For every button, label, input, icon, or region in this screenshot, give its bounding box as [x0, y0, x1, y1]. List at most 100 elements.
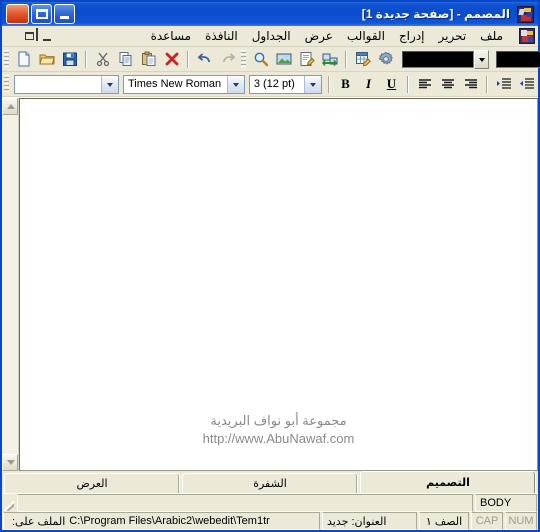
watermark-arabic-text: مجموعة أبو نواف البريدية — [210, 413, 347, 428]
mdi-close-button[interactable] — [5, 28, 21, 44]
menu-insert[interactable]: إدراج — [392, 27, 432, 45]
maximize-button[interactable] — [31, 4, 52, 24]
view-tabs: التصميم الشفرة العرض — [2, 471, 538, 493]
menu-view[interactable]: عرض — [298, 27, 340, 45]
magnifier-icon — [254, 52, 268, 67]
indent-increase-button[interactable] — [492, 73, 515, 95]
indent-decrease-icon — [519, 78, 534, 89]
paste-button[interactable] — [137, 48, 160, 70]
align-center-icon — [441, 79, 454, 89]
picture-icon — [276, 53, 291, 65]
scissors-icon — [96, 52, 109, 67]
align-left-button[interactable] — [413, 73, 436, 95]
chevron-down-icon[interactable] — [226, 75, 244, 93]
menu-tables[interactable]: الجداول — [245, 27, 298, 45]
menu-file[interactable]: ملف — [473, 27, 510, 45]
page-canvas[interactable]: مجموعة أبو نواف البريدية http://www.AbuN… — [19, 98, 538, 471]
indent-decrease-button[interactable] — [515, 73, 538, 95]
font-family-value: Times New Roman — [128, 77, 222, 90]
text-color-picker[interactable] — [399, 49, 489, 69]
open-folder-icon — [38, 54, 55, 65]
menu-window[interactable]: النافذة — [198, 27, 245, 45]
font-family-select[interactable]: Times New Roman — [123, 74, 245, 94]
menu-edit[interactable]: تحرير — [432, 27, 474, 45]
chevron-down-icon[interactable] — [474, 49, 489, 69]
app-icon — [517, 5, 534, 23]
toolbar-separator — [328, 75, 330, 93]
toolbar-grip-2[interactable] — [241, 50, 246, 68]
tab-preview[interactable]: العرض — [4, 473, 180, 493]
cut-button[interactable] — [91, 48, 114, 70]
redo-button[interactable] — [216, 48, 239, 70]
menu-templates[interactable]: القوالب — [340, 27, 392, 45]
undo-button[interactable] — [193, 48, 216, 70]
font-size-select[interactable]: 3 (12 pt) — [248, 74, 322, 94]
floppy-save-icon — [62, 52, 77, 66]
align-center-button[interactable] — [436, 73, 459, 95]
new-document-button[interactable] — [12, 48, 35, 70]
file-path-status: C:\Program Files\Arabic2\webedit\Tem1tr … — [3, 512, 320, 530]
settings-button[interactable] — [374, 48, 397, 70]
close-button[interactable] — [6, 4, 29, 24]
delete-button[interactable] — [160, 48, 183, 70]
save-file-button[interactable] — [58, 48, 81, 70]
toolbar-separator — [407, 75, 409, 93]
new-page-icon — [18, 51, 29, 67]
scroll-down-button[interactable] — [2, 454, 18, 471]
preview-button[interactable] — [249, 48, 272, 70]
insert-link-button[interactable] — [318, 48, 341, 70]
document-area: مجموعة أبو نواف البريدية http://www.AbuN… — [2, 97, 538, 471]
minimize-button[interactable] — [54, 4, 75, 24]
insert-image-button[interactable] — [272, 48, 295, 70]
watermark-url-text: http://www.AbuNawaf.com — [202, 431, 355, 446]
chevron-down-icon[interactable] — [101, 75, 118, 93]
application-window: المصمم - [صفحة جديدة 1] ملف تحرير إدراج … — [0, 0, 540, 532]
mdi-restore-button[interactable] — [22, 27, 38, 44]
chevron-down-icon[interactable] — [304, 75, 321, 93]
format-toolbar-grip[interactable] — [4, 75, 9, 93]
text-color-swatch[interactable] — [402, 50, 474, 68]
resize-grip[interactable] — [3, 494, 15, 512]
row-indicator: الصف ١ — [419, 512, 469, 530]
edit-note-button[interactable] — [295, 48, 318, 70]
toolbar-separator — [486, 75, 488, 93]
menu-bar: ملف تحرير إدراج القوالب عرض الجداول النا… — [2, 26, 538, 47]
mdi-window-controls — [5, 27, 59, 44]
toolbar-grip[interactable] — [4, 50, 9, 68]
menu-help[interactable]: مساعدة — [144, 27, 199, 45]
insert-table-button[interactable] — [351, 48, 374, 70]
main-toolbar — [2, 47, 540, 72]
undo-arrow-icon — [197, 53, 210, 63]
redo-arrow-icon — [222, 53, 235, 63]
italic-button[interactable]: I — [357, 74, 380, 95]
red-x-icon — [165, 52, 178, 66]
file-path-label: الملف على: — [12, 515, 66, 528]
menu-items: ملف تحرير إدراج القوالب عرض الجداول النا… — [59, 27, 516, 45]
scrollbar-track[interactable] — [2, 115, 18, 454]
background-color-swatch[interactable] — [496, 50, 540, 68]
copy-button[interactable] — [114, 48, 137, 70]
open-file-button[interactable] — [35, 48, 58, 70]
caps-lock-indicator: CAP — [471, 512, 503, 530]
bold-button[interactable]: B — [334, 74, 357, 95]
underline-button[interactable]: U — [380, 74, 403, 95]
toolbar-area: Times New Roman 3 (12 pt) B I U — [2, 47, 540, 97]
watermark: مجموعة أبو نواف البريدية http://www.AbuN… — [20, 412, 537, 448]
format-toolbar: Times New Roman 3 (12 pt) B I U — [2, 72, 538, 97]
file-path-value: C:\Program Files\Arabic2\webedit\Tem1tr — [69, 515, 270, 527]
background-color-picker[interactable] — [493, 50, 540, 69]
scroll-up-button[interactable] — [2, 98, 18, 115]
vertical-scrollbar[interactable] — [2, 98, 19, 471]
status-bar: NUM CAP الصف ١ العنوان: جديد C:\Program … — [2, 512, 538, 530]
tab-design[interactable]: التصميم — [360, 471, 536, 493]
toolbar-separator — [345, 50, 347, 68]
window-title: المصمم - [صفحة جديدة 1] — [361, 7, 510, 21]
mdi-minimize-button[interactable] — [39, 28, 55, 44]
table-edit-icon — [355, 52, 371, 67]
toolbar-separator — [85, 50, 87, 68]
tab-code[interactable]: الشفرة — [182, 473, 358, 493]
align-right-button[interactable] — [459, 73, 482, 95]
style-select[interactable] — [14, 74, 119, 94]
element-path-panel — [17, 494, 473, 512]
notepad-pencil-icon — [300, 52, 315, 66]
